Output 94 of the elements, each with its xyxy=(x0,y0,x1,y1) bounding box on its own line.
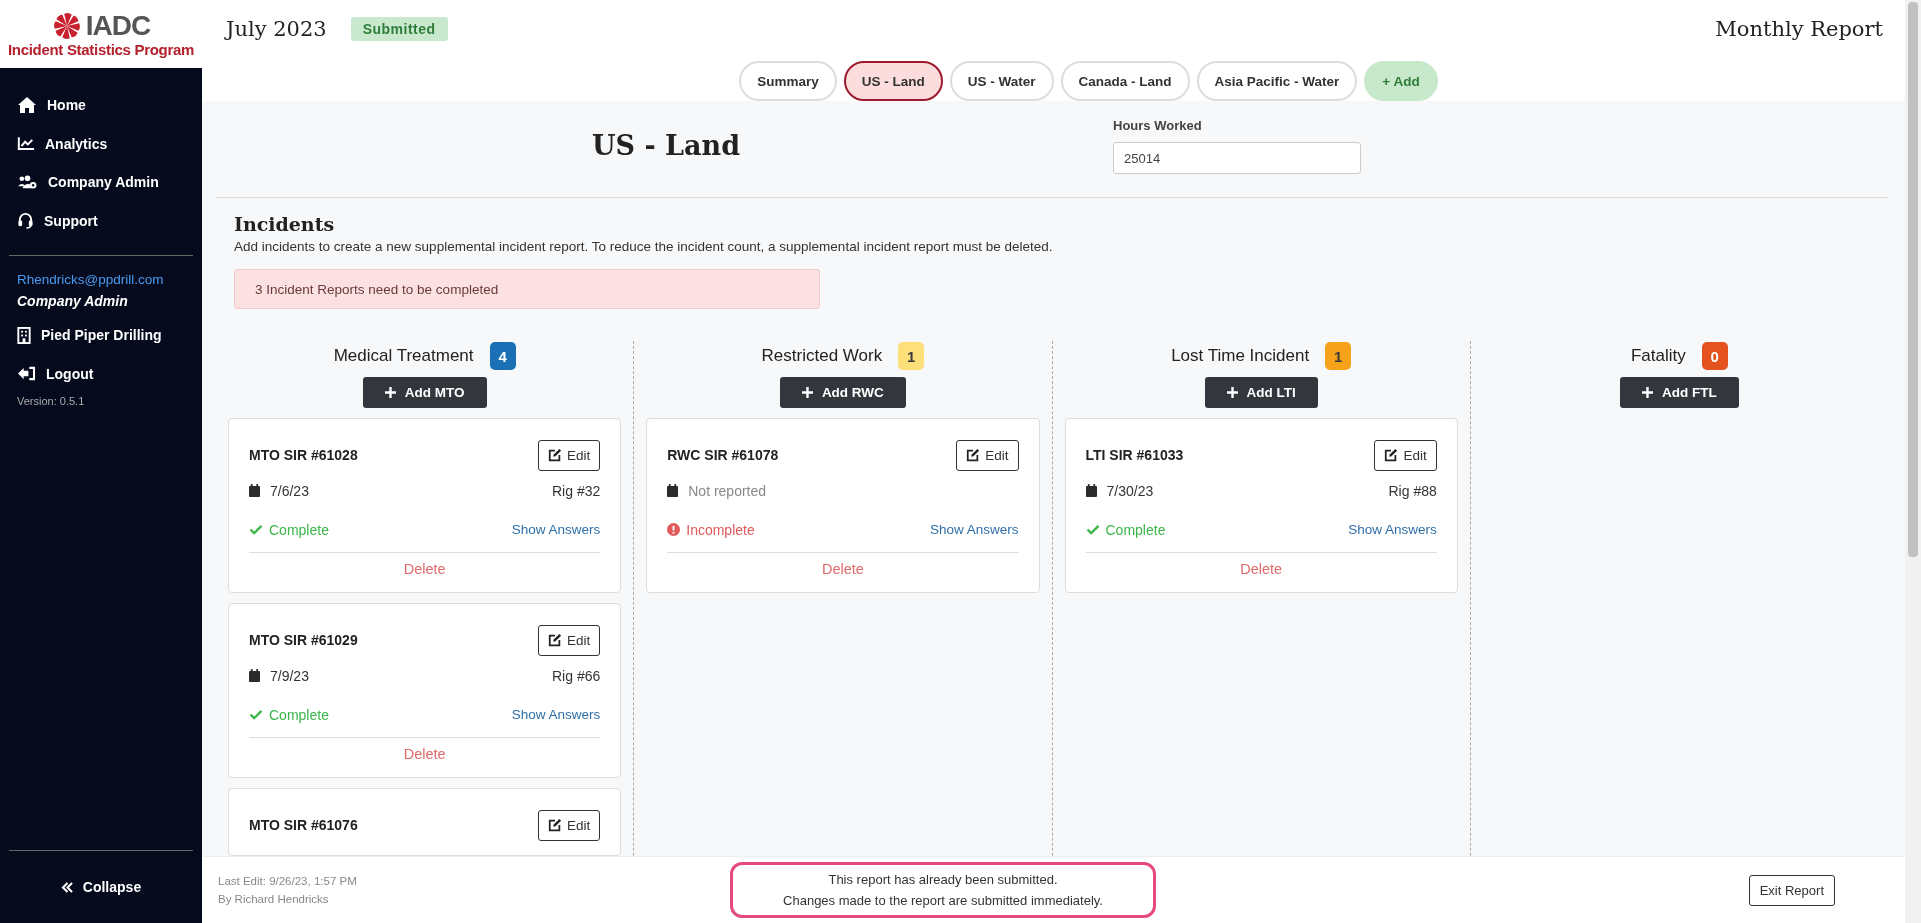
column-title: Restricted Work xyxy=(761,346,883,366)
edit-button[interactable]: Edit xyxy=(1374,439,1437,471)
calendar-icon xyxy=(249,669,260,682)
nav-item[interactable]: Company Admin xyxy=(0,163,202,202)
count-badge: 1 xyxy=(898,342,925,370)
edit-button[interactable]: Edit xyxy=(538,809,601,841)
calendar-icon xyxy=(249,484,260,497)
rig-number: Rig #88 xyxy=(1388,482,1437,499)
logout-link[interactable]: Logout xyxy=(0,354,202,393)
count-badge: 1 xyxy=(1325,342,1352,370)
check-icon xyxy=(249,524,263,535)
card-title: MTO SIR #61076 xyxy=(249,817,358,833)
incidents-description: Add incidents to create a new supplemental incident report. To reduce the incident count, a supplemental incident report must be deleted. xyxy=(234,239,1054,254)
column-title: Lost Time Incident xyxy=(1171,346,1310,366)
incident-date: 7/9/23 xyxy=(270,667,309,684)
home-icon xyxy=(17,96,37,115)
exit-report-button[interactable]: Exit Report xyxy=(1748,874,1835,906)
region-tab[interactable]: Canada - Land xyxy=(1060,61,1190,101)
logo-subtitle: Incident Statistics Program xyxy=(7,40,195,58)
show-answers-link[interactable]: Show Answers xyxy=(511,522,601,537)
pinwheel-logo-icon xyxy=(51,10,82,41)
incident-date: 7/30/23 xyxy=(1106,482,1154,499)
check-icon xyxy=(249,709,263,720)
region-tab[interactable]: Summary xyxy=(739,61,837,101)
calendar-icon xyxy=(667,484,679,497)
region-tab[interactable]: Asia Pacific - Water xyxy=(1196,61,1358,101)
edit-icon xyxy=(548,818,562,832)
user-email: Rhendricks@ppdrill.com xyxy=(16,271,165,289)
nav-item[interactable]: Support xyxy=(0,201,202,240)
completion-status: Incomplete xyxy=(686,521,755,538)
last-edit-text: Last Edit: 9/26/23, 1:57 PM xyxy=(218,874,358,889)
nav-item[interactable]: Home xyxy=(0,86,202,125)
edit-icon xyxy=(548,633,562,647)
edit-button[interactable]: Edit xyxy=(538,439,601,471)
card-title: LTI SIR #61033 xyxy=(1085,447,1184,463)
collapse-button[interactable]: Collapse xyxy=(0,851,202,923)
show-answers-link[interactable]: Show Answers xyxy=(511,707,601,722)
plus-icon xyxy=(801,387,813,398)
edit-button[interactable]: Edit xyxy=(956,439,1019,471)
scrollbar[interactable] xyxy=(1905,0,1921,923)
submitted-notice: This report has already been submitted. Changes made to the report are submitted immediately. xyxy=(730,862,1156,918)
logout-icon xyxy=(17,366,36,382)
hours-worked-field[interactable]: 25014 xyxy=(1113,142,1361,174)
card-title: MTO SIR #61028 xyxy=(249,447,358,463)
completion-status: Complete xyxy=(1105,521,1166,538)
completion-status: Complete xyxy=(269,706,329,723)
card-title: RWC SIR #61078 xyxy=(667,447,779,463)
column-title: Medical Treatment xyxy=(333,346,474,366)
plus-icon xyxy=(384,387,396,398)
building-icon xyxy=(17,326,31,344)
region-tab[interactable]: US - Land xyxy=(843,61,943,101)
alert-message: 3 Incident Reports need to be completed xyxy=(234,269,820,309)
completion-status: Complete xyxy=(269,521,329,538)
user-role: Company Admin xyxy=(16,292,129,311)
page-title: Monthly Report xyxy=(1715,16,1883,41)
region-tab[interactable]: US - Water xyxy=(949,61,1054,101)
count-badge: 0 xyxy=(1701,342,1728,370)
check-icon xyxy=(1085,524,1100,535)
rig-number: Rig #66 xyxy=(552,667,601,684)
version-text: Version: 0.5.1 xyxy=(16,394,86,409)
column-title: Fatality xyxy=(1630,346,1686,366)
line-chart-icon xyxy=(17,136,35,152)
region-title: US - Land xyxy=(590,129,741,163)
nav-item[interactable]: Analytics xyxy=(0,124,202,163)
show-answers-link[interactable]: Show Answers xyxy=(1348,522,1437,537)
report-period: July 2023 xyxy=(226,16,327,41)
users-gear-icon xyxy=(17,174,38,190)
show-answers-link[interactable]: Show Answers xyxy=(929,522,1019,537)
add-incident-button[interactable]: Add FTL xyxy=(1620,377,1739,408)
add-incident-button[interactable]: Add LTI xyxy=(1204,377,1318,408)
plus-icon xyxy=(1642,387,1653,398)
editor-name: By Richard Hendricks xyxy=(218,892,330,907)
add-incident-button[interactable]: Add RWC xyxy=(779,377,906,408)
incident-date: Not reported xyxy=(688,482,767,499)
plus-icon xyxy=(1226,387,1238,398)
card-title: MTO SIR #61029 xyxy=(249,632,358,648)
edit-button[interactable]: Edit xyxy=(538,624,601,656)
logo-title: IADC xyxy=(85,10,151,41)
headset-icon xyxy=(17,212,34,230)
incident-date: 7/6/23 xyxy=(270,482,309,499)
edit-icon xyxy=(966,448,981,462)
company-name: Pied Piper Drilling xyxy=(41,327,162,344)
status-badge: Submitted xyxy=(350,16,448,41)
double-chevron-icon xyxy=(60,881,74,893)
add-region-button[interactable]: + Add xyxy=(1364,61,1438,101)
hours-worked-label: Hours Worked xyxy=(1113,118,1203,133)
count-badge: 4 xyxy=(489,342,516,370)
calendar-icon xyxy=(1085,484,1097,497)
incidents-heading: Incidents xyxy=(234,213,336,235)
edit-icon xyxy=(1384,448,1399,462)
rig-number: Rig #32 xyxy=(552,482,601,499)
exclamation-circle-icon xyxy=(667,523,681,536)
add-incident-button[interactable]: Add MTO xyxy=(362,377,487,408)
edit-icon xyxy=(548,448,562,462)
